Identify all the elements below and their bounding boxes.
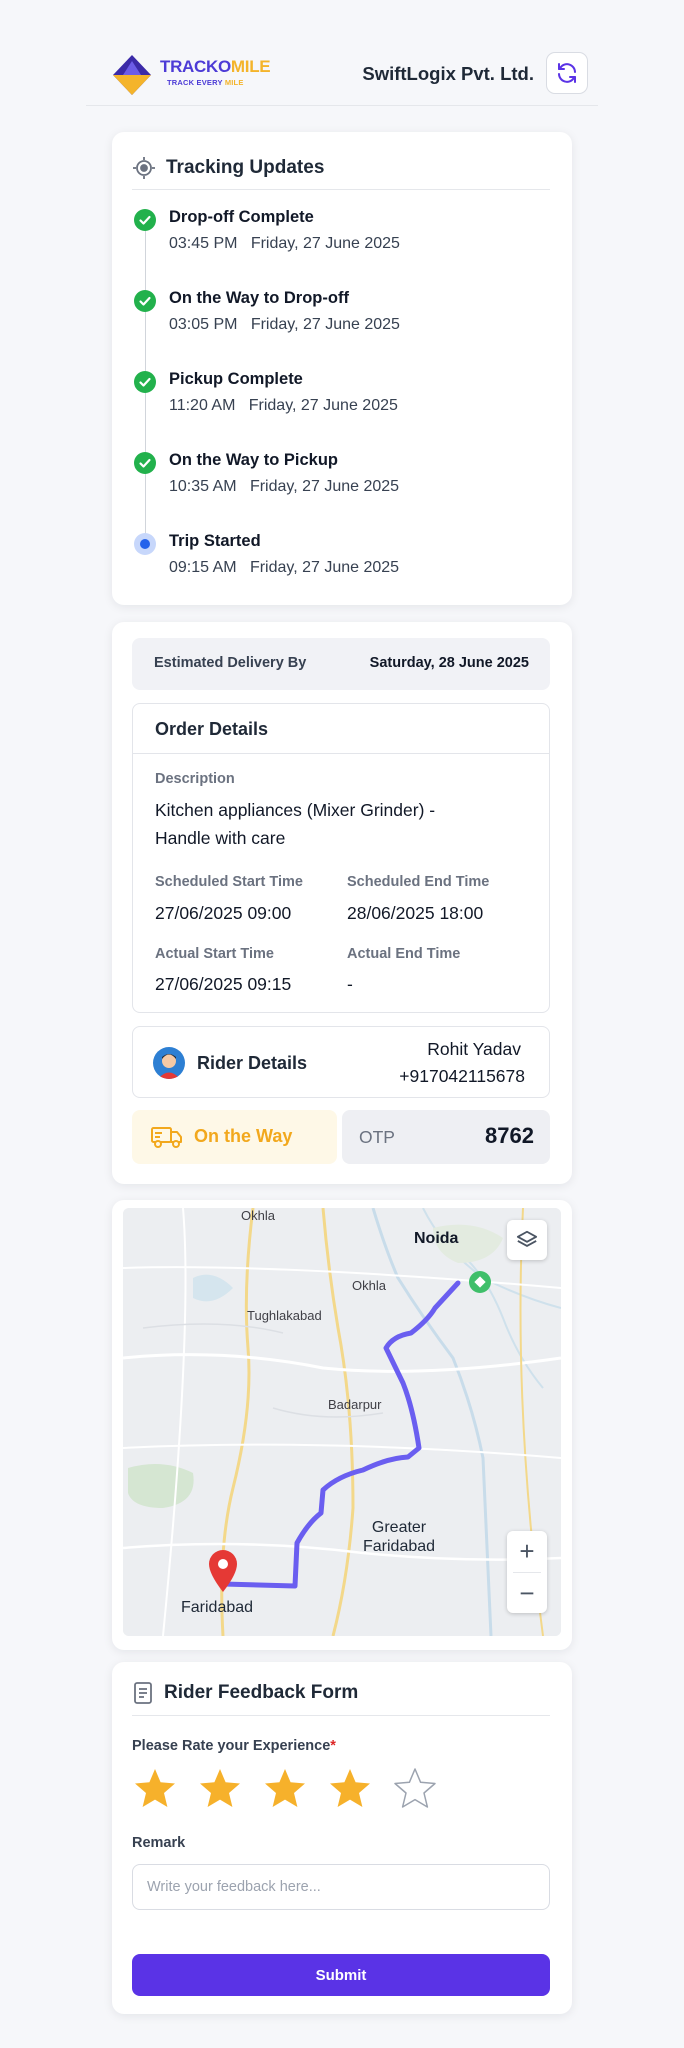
remark-label: Remark [132,1835,186,1851]
scheduled-end-value: 28/06/2025 18:00 [347,903,484,923]
app-header: TRACKOMILE TRACK EVERY MILE SwiftLogix P… [86,40,598,106]
scheduled-start-value: 27/06/2025 09:00 [155,903,292,923]
star-icon[interactable] [132,1766,178,1812]
timeline-item-time: 10:35 AM Friday, 27 June 2025 [169,478,400,495]
timeline-item: Trip Started 09:15 AM Friday, 27 June 20… [132,528,532,584]
status-label: On the Way [194,1126,293,1146]
check-icon [134,209,156,231]
description-value: Kitchen appliances (Mixer Grinder) - Han… [155,800,436,848]
avatar-icon [153,1047,185,1079]
map-label-badarpur: Badarpur [328,1397,382,1412]
actual-end-label: Actual End Time [347,946,461,962]
map-label-tughlakabad: Tughlakabad [247,1308,322,1323]
brand-name: TRACKOMILE [160,57,271,76]
timeline-item-time: 03:45 PM Friday, 27 June 2025 [169,235,400,252]
timeline-item-title: On the Way to Drop-off [169,289,349,307]
rider-name: Rohit Yadav [427,1039,521,1059]
feedback-card: Rider Feedback Form Please Rate your Exp… [112,1662,572,2014]
timeline-item-title: Pickup Complete [169,370,303,388]
brand-tagline: TRACK EVERY MILE [167,78,244,87]
order-details-header: Order Details [133,704,549,754]
rider-details: Rider Details Rohit Yadav +917042115678 [132,1026,550,1098]
star-icon[interactable] [262,1766,308,1812]
feedback-title: Rider Feedback Form [164,1681,359,1703]
otp-box: OTP 8762 [342,1110,550,1164]
scheduled-start-label: Scheduled Start Time [155,874,303,890]
current-step-icon [134,533,156,555]
logo-icon [113,55,151,95]
actual-end-value: - [347,974,353,994]
scheduled-end-label: Scheduled End Time [347,874,490,890]
tracking-title: Tracking Updates [166,156,325,178]
location-target-icon [133,156,155,179]
order-details-title: Order Details [155,719,269,739]
refresh-icon [558,63,576,83]
actual-start-label: Actual Start Time [155,946,274,962]
timeline-item-title: Drop-off Complete [169,208,314,226]
map-label-okhla-top: Okhla [241,1208,275,1223]
delivery-truck-icon [151,1127,182,1148]
timeline-item: Drop-off Complete 03:45 PM Friday, 27 Ju… [132,204,532,260]
map-zoom-control: + − [507,1531,547,1613]
document-icon [134,1681,152,1704]
route-map[interactable]: Okhla Noida Okhla Tughlakabad Badarpur G… [123,1208,561,1636]
refresh-button[interactable] [546,52,588,94]
submit-button[interactable]: Submit [132,1954,550,1996]
timeline-item: On the Way to Drop-off 03:05 PM Friday, … [132,285,532,341]
map-label-greater-faridabad: Greater Faridabad [363,1519,436,1555]
rating-label: Please Rate your Experience* [132,1738,336,1754]
rider-details-label: Rider Details [197,1053,308,1073]
layers-icon [516,1230,538,1247]
map-label-noida: Noida [414,1230,459,1247]
star-rating [132,1766,438,1812]
tracking-header: Tracking Updates [132,146,550,190]
estimated-delivery: Estimated Delivery By Saturday, 28 June … [132,638,550,690]
timeline-item-title: Trip Started [169,532,261,550]
map-card: Okhla Noida Okhla Tughlakabad Badarpur G… [112,1200,572,1650]
star-icon[interactable] [392,1766,438,1812]
timeline-item: Pickup Complete 11:20 AM Friday, 27 June… [132,366,532,422]
star-icon[interactable] [197,1766,243,1812]
feedback-header: Rider Feedback Form [132,1670,550,1716]
order-card: Estimated Delivery By Saturday, 28 June … [112,622,572,1184]
zoom-in-button[interactable]: + [507,1531,547,1571]
estimated-delivery-label: Estimated Delivery By [154,655,307,671]
delivery-status-badge: On the Way [132,1110,337,1164]
check-icon [134,452,156,474]
rider-phone[interactable]: +917042115678 [399,1066,525,1087]
timeline-item-time: 09:15 AM Friday, 27 June 2025 [169,559,400,576]
company-name: SwiftLogix Pvt. Ltd. [362,63,534,84]
star-icon[interactable] [327,1766,373,1812]
otp-value: 8762 [485,1123,534,1148]
description-label: Description [155,771,235,787]
remark-input[interactable] [132,1864,550,1910]
timeline-item-title: On the Way to Pickup [169,451,338,469]
timeline-item: On the Way to Pickup 10:35 AM Friday, 27… [132,447,532,503]
timeline-item-time: 03:05 PM Friday, 27 June 2025 [169,316,400,333]
tracking-updates-card: Tracking Updates Drop-off Complete 03:45… [112,132,572,605]
map-canvas [123,1208,561,1636]
map-layers-button[interactable] [507,1220,547,1260]
otp-label: OTP [359,1127,395,1147]
actual-start-value: 27/06/2025 09:15 [155,974,292,994]
zoom-out-button[interactable]: − [507,1573,547,1613]
estimated-delivery-value: Saturday, 28 June 2025 [369,655,529,671]
timeline-item-time: 11:20 AM Friday, 27 June 2025 [169,397,398,414]
order-details: Order Details Description Kitchen applia… [132,703,550,1013]
destination-marker-icon [469,1271,491,1293]
map-label-faridabad: Faridabad [181,1599,254,1616]
check-icon [134,371,156,393]
map-label-okhla: Okhla [352,1278,386,1293]
check-icon [134,290,156,312]
